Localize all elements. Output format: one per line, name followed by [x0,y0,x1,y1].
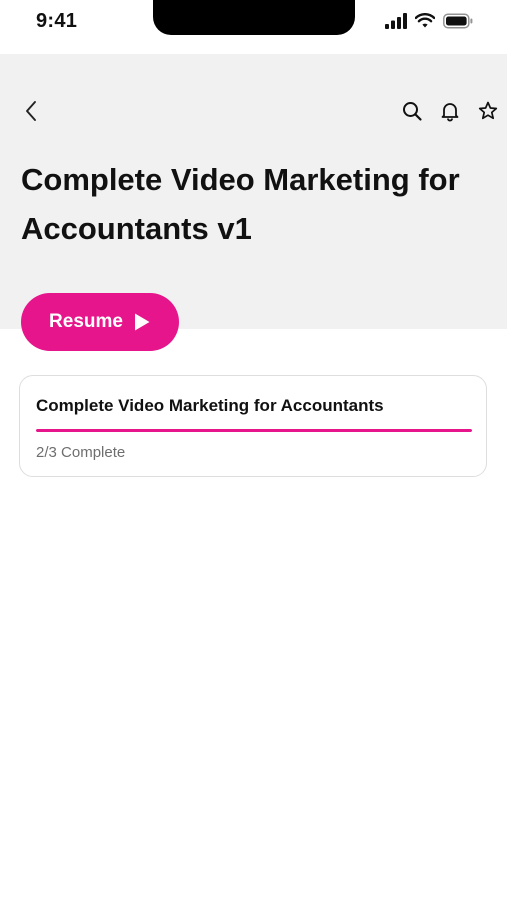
course-progress-text: 2/3 Complete [36,444,126,461]
search-button[interactable] [399,98,425,124]
back-button[interactable] [18,98,44,124]
course-progress-bar [36,429,472,432]
page-title: Complete Video Marketing for Accountants… [21,162,460,246]
course-progress-fill [36,429,472,432]
status-time: 9:41 [36,10,78,32]
cellular-signal-icon [385,13,407,34]
play-icon [133,312,151,332]
search-icon [403,102,422,121]
resume-button-label: Resume [49,311,123,332]
star-icon [478,101,498,120]
status-bar: 9:41 [0,0,507,54]
course-card[interactable]: Complete Video Marketing for Accountants… [19,375,487,477]
bell-icon [441,103,459,122]
chevron-left-icon [26,101,36,121]
resume-button[interactable]: Resume [21,293,179,351]
notifications-button[interactable] [437,98,463,124]
header-actions [399,98,501,124]
course-card-title: Complete Video Marketing for Accountants [36,396,384,415]
device-notch [153,0,355,35]
status-icons [385,13,473,34]
wifi-icon [414,13,436,34]
battery-icon [443,13,473,34]
favorite-button[interactable] [475,98,501,124]
